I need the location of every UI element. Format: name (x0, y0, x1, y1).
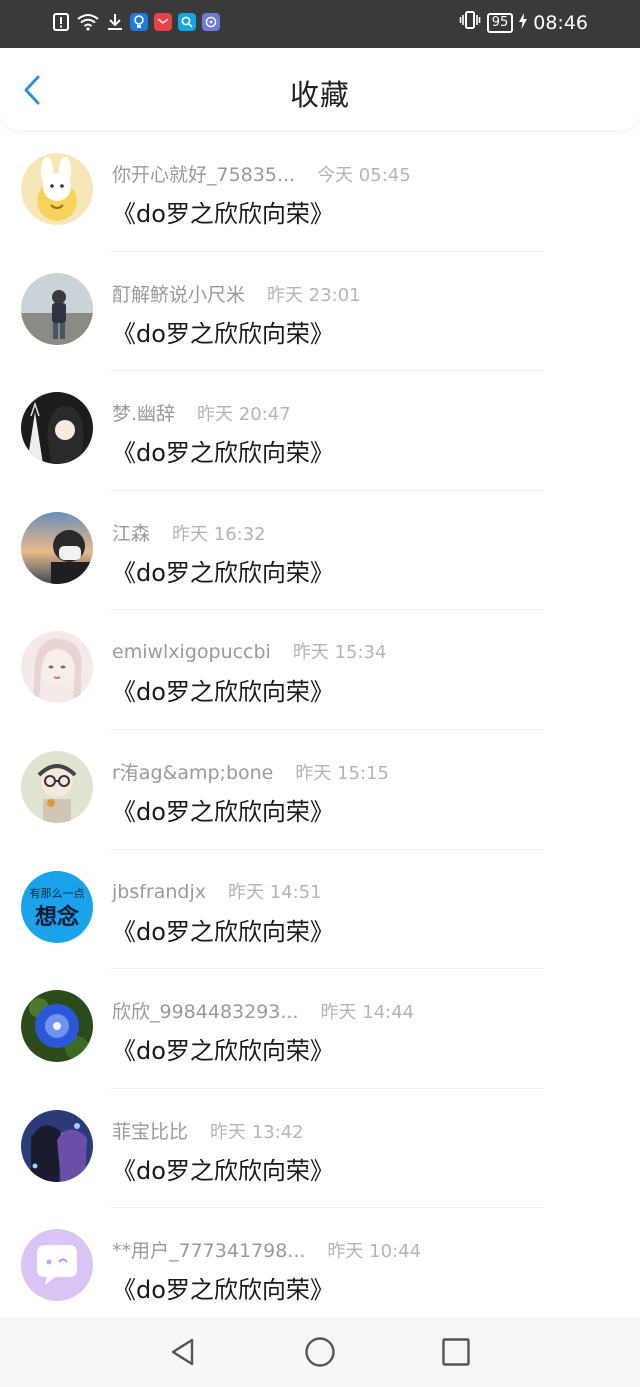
avatar[interactable] (21, 631, 93, 704)
avatar[interactable] (21, 1109, 93, 1182)
status-bar: 95 08:46 (0, 0, 640, 48)
search-app-icon (178, 13, 196, 31)
item-meta: r洧ag&amp;bone 昨天 15:15 (112, 758, 389, 785)
timestamp: 今天 05:45 (317, 165, 411, 186)
timestamp: 昨天 20:47 (197, 404, 291, 426)
status-left-icons (52, 12, 220, 32)
username[interactable]: 欣欣_9984483293... (112, 997, 299, 1024)
bulb-app-icon (130, 13, 148, 31)
nav-back-button[interactable] (166, 1335, 200, 1369)
favorite-title[interactable]: 《do罗之欣欣向荣》 (112, 194, 334, 229)
item-meta: 菲宝比比 昨天 13:42 (112, 1117, 304, 1144)
username[interactable]: r洧ag&amp;bone (112, 758, 273, 785)
mail-app-icon (154, 13, 172, 31)
list-item[interactable]: 梦.幽辞 昨天 20:47 《do罗之欣欣向荣》 (0, 371, 640, 491)
battery-icon: 95 (486, 12, 514, 33)
username[interactable]: 你开心就好_75835... (112, 160, 295, 187)
avatar[interactable] (21, 990, 93, 1063)
list-item[interactable]: r洧ag&amp;bone 昨天 15:15 《do罗之欣欣向荣》 (0, 730, 640, 850)
avatar[interactable] (21, 511, 93, 584)
avatar[interactable] (21, 272, 93, 345)
timestamp: 昨天 15:34 (292, 642, 387, 664)
username[interactable]: 菲宝比比 (112, 1117, 188, 1144)
favorite-title[interactable]: 《do罗之欣欣向荣》 (112, 1031, 334, 1066)
item-meta: 酊解鲚说小尺米 昨天 23:01 (112, 280, 361, 307)
item-meta: **用户_777341798... 昨天 10:44 (112, 1236, 421, 1263)
item-meta: jbsfrandjx 昨天 14:51 (112, 878, 322, 904)
avatar[interactable] (21, 392, 93, 465)
recents-square-icon (442, 1338, 470, 1366)
username[interactable]: 江森 (112, 519, 150, 546)
list-item[interactable]: 欣欣_9984483293... 昨天 14:44 《do罗之欣欣向荣》 (0, 969, 640, 1089)
favorite-title[interactable]: 《do罗之欣欣向荣》 (112, 314, 334, 349)
favorite-title[interactable]: 《do罗之欣欣向荣》 (112, 672, 334, 707)
list-item[interactable]: emiwlxigopuccbi 昨天 15:34 《do罗之欣欣向荣》 (0, 610, 640, 730)
list-item[interactable]: 江森 昨天 16:32 《do罗之欣欣向荣》 (0, 491, 640, 611)
favorite-title[interactable]: 《do罗之欣欣向荣》 (112, 553, 334, 588)
clock: 08:46 (533, 11, 588, 34)
timestamp: 昨天 15:15 (295, 762, 389, 784)
item-meta: 你开心就好_75835... 今天 05:45 (112, 160, 411, 187)
status-right: 95 08:46 (459, 10, 588, 35)
system-nav-bar (0, 1317, 640, 1387)
favorite-title[interactable]: 《do罗之欣欣向荣》 (112, 912, 334, 947)
charging-icon (519, 12, 528, 34)
music-app-icon (202, 13, 220, 31)
avatar[interactable] (21, 750, 93, 823)
username[interactable]: emiwlxigopuccbi (112, 641, 271, 663)
list-item[interactable]: **用户_777341798... 昨天 10:44 《do罗之欣欣向荣》 (0, 1208, 640, 1328)
avatar[interactable] (21, 153, 93, 225)
alert-icon (52, 12, 70, 32)
avatar[interactable]: 有那么一点 想念 (21, 870, 93, 943)
timestamp: 昨天 14:51 (228, 881, 322, 903)
timestamp: 昨天 10:44 (327, 1241, 422, 1263)
favorite-title[interactable]: 《do罗之欣欣向荣》 (112, 433, 334, 468)
item-meta: 欣欣_9984483293... 昨天 14:44 (112, 997, 414, 1024)
timestamp: 昨天 23:01 (267, 284, 361, 306)
item-meta: emiwlxigopuccbi 昨天 15:34 (112, 638, 386, 664)
avatar[interactable] (21, 1229, 93, 1302)
back-triangle-icon (171, 1338, 194, 1366)
favorite-title[interactable]: 《do罗之欣欣向荣》 (112, 1270, 334, 1305)
download-icon (106, 12, 124, 32)
app-header: 收藏 (0, 48, 640, 130)
favorite-title[interactable]: 《do罗之欣欣向荣》 (112, 792, 334, 827)
favorite-title[interactable]: 《do罗之欣欣向荣》 (112, 1151, 334, 1186)
list-item[interactable]: 菲宝比比 昨天 13:42 《do罗之欣欣向荣》 (0, 1089, 640, 1209)
nav-home-button[interactable] (303, 1335, 337, 1369)
username[interactable]: 梦.幽辞 (112, 399, 175, 426)
item-meta: 梦.幽辞 昨天 20:47 (112, 399, 291, 426)
list-item[interactable]: 有那么一点 想念 jbsfrandjx 昨天 14:51 《do罗之欣欣向荣》 (0, 850, 640, 970)
page-title: 收藏 (289, 78, 350, 112)
timestamp: 昨天 16:32 (172, 523, 266, 545)
vibrate-icon (459, 10, 481, 35)
username[interactable]: **用户_777341798... (112, 1236, 305, 1263)
favorites-list: 你开心就好_75835... 今天 05:45 《do罗之欣欣向荣》 酊解鲚说小尺米昨… (0, 132, 640, 1328)
username[interactable]: jbsfrandjx (112, 881, 206, 903)
username[interactable]: 酊解鲚说小尺米 (112, 280, 245, 307)
list-item[interactable]: 你开心就好_75835... 今天 05:45 《do罗之欣欣向荣》 (0, 132, 640, 252)
timestamp: 昨天 14:44 (320, 1002, 415, 1024)
timestamp: 昨天 13:42 (210, 1121, 304, 1143)
avatar-text: 想念 (34, 904, 79, 930)
list-item[interactable]: 酊解鲚说小尺米 昨天 23:01 《do罗之欣欣向荣》 (0, 252, 640, 372)
item-meta: 江森 昨天 16:32 (112, 519, 266, 546)
nav-recents-button[interactable] (439, 1335, 473, 1369)
wifi-icon (76, 12, 100, 32)
home-circle-icon (305, 1337, 335, 1367)
